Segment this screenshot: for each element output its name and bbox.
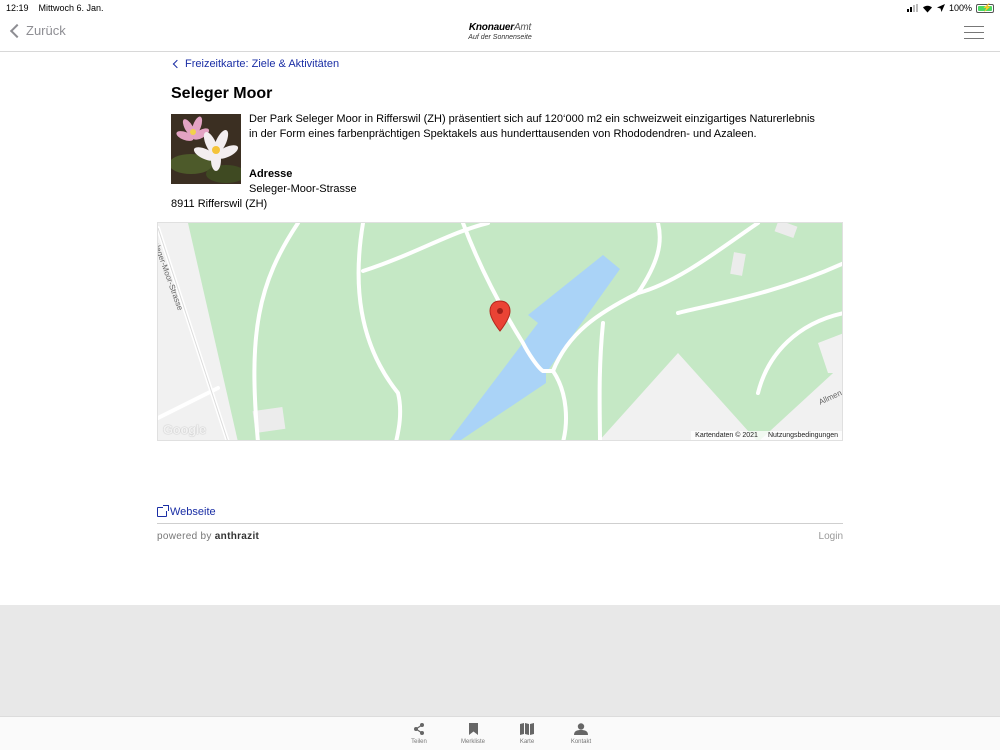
location-arrow-icon — [936, 4, 945, 12]
google-logo: Google — [163, 422, 206, 437]
menu-button[interactable] — [964, 26, 984, 44]
hamburger-icon — [964, 26, 984, 27]
status-bar: 12:19 Mittwoch 6. Jan. 100% ⚡ — [0, 0, 1000, 16]
tab-karte[interactable]: Karte — [512, 717, 542, 750]
tab-merkliste[interactable]: Merkliste — [458, 717, 488, 750]
powered-by: powered by anthrazit — [157, 531, 259, 542]
cellular-signal-icon — [906, 4, 918, 12]
tab-label: Merkliste — [460, 739, 485, 745]
person-icon — [574, 722, 588, 736]
wifi-icon — [922, 5, 932, 12]
nav-bar: Zurück KnonauerAmt Auf der Sonnenseite — [0, 16, 1000, 52]
tab-teilen[interactable]: Teilen — [404, 717, 434, 750]
description-text: Der Park Seleger Moor in Rifferswil (ZH)… — [249, 113, 815, 140]
brand-tagline: Auf der Sonnenseite — [468, 34, 532, 41]
external-link-icon — [157, 505, 169, 517]
address-street: Seleger-Moor-Strasse — [249, 183, 357, 195]
map-terms-link[interactable]: Nutzungsbedingungen — [768, 432, 838, 439]
footer-divider — [157, 523, 843, 524]
tab-kontakt[interactable]: Kontakt — [566, 717, 596, 750]
map-icon — [520, 722, 534, 736]
powered-prefix: powered by — [157, 531, 212, 542]
share-icon — [413, 722, 425, 736]
battery-icon: ⚡ — [976, 3, 994, 13]
address-label: Adresse — [249, 168, 293, 180]
chevron-left-icon — [172, 59, 182, 69]
breadcrumb-label: Freizeitkarte: Ziele & Aktivitäten — [185, 58, 340, 70]
brand-light: Amt — [513, 22, 532, 33]
status-date: Mittwoch 6. Jan. — [38, 3, 104, 13]
water-lily-image[interactable] — [171, 114, 241, 184]
login-link[interactable]: Login — [819, 531, 843, 542]
map-data-credit: Kartendaten © 2021 — [695, 432, 758, 439]
map-view[interactable]: Seleger-Moor-Strasse Allmen Google Karte… — [157, 222, 843, 441]
status-indicators: 100% ⚡ — [906, 3, 994, 13]
tab-label: Karte — [519, 739, 535, 745]
empty-gray-area — [0, 605, 1000, 716]
brand-logo: KnonauerAmt Auf der Sonnenseite — [0, 22, 1000, 41]
powered-brand-link[interactable]: anthrazit — [215, 531, 259, 542]
status-time: 12:19 — [6, 3, 29, 13]
map-attribution: Kartendaten © 2021 Nutzungsbedingungen — [691, 431, 842, 440]
brand-bold: Knonauer — [468, 22, 514, 33]
tab-label: Kontakt — [570, 739, 592, 745]
website-label: Webseite — [170, 506, 216, 518]
tab-bar: Teilen Merkliste Karte Kontakt — [0, 716, 1000, 750]
breadcrumb-link[interactable]: Freizeitkarte: Ziele & Aktivitäten — [171, 58, 339, 70]
website-link[interactable]: Webseite — [157, 505, 216, 518]
tab-label: Teilen — [411, 739, 427, 745]
bookmark-icon — [468, 722, 478, 736]
page-title: Seleger Moor — [171, 85, 273, 102]
battery-percent: 100% — [948, 3, 972, 13]
address-city: 8911 Rifferswil (ZH) — [171, 198, 268, 210]
brand-name: KnonauerAmt — [0, 22, 1000, 33]
